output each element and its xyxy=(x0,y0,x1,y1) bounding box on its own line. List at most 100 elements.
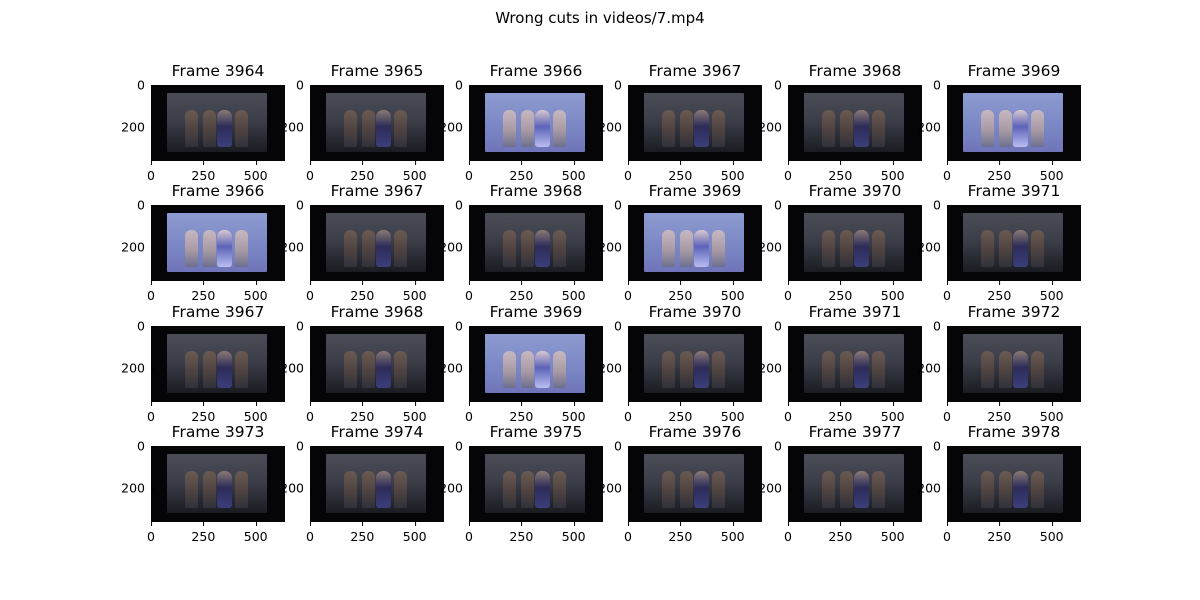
video-frame-image xyxy=(788,446,922,522)
dancer-figure xyxy=(344,109,357,148)
dancer-figure xyxy=(235,229,248,268)
x-tick-label: 250 xyxy=(668,522,692,544)
frame-panel: Frame 3972 0 200 0 250 500 xyxy=(917,303,1081,424)
y-tick-label: 200 xyxy=(439,240,473,255)
dancer-figure xyxy=(999,109,1012,148)
video-frame-image xyxy=(628,326,762,402)
x-tick-label: 500 xyxy=(721,161,745,183)
dancer-figure xyxy=(662,350,675,389)
x-tick-label: 0 xyxy=(465,522,473,544)
x-tick-label: 250 xyxy=(668,281,692,303)
video-frame-image xyxy=(628,446,762,522)
y-tick-label: 0 xyxy=(455,319,473,334)
y-tick-label: 0 xyxy=(774,198,792,213)
x-tick-label: 250 xyxy=(987,402,1011,424)
x-tick-label: 500 xyxy=(881,402,905,424)
frame-panel: Frame 3966 0 200 0 250 500 xyxy=(439,62,603,183)
x-tick-label: 500 xyxy=(721,402,745,424)
dancer-figure xyxy=(503,470,516,509)
dancer-figure xyxy=(553,470,566,509)
video-frame-image xyxy=(469,326,603,402)
y-tick-label: 200 xyxy=(917,240,951,255)
x-tick-label: 0 xyxy=(784,281,792,303)
dancer-figure xyxy=(503,350,516,389)
x-tick-label: 250 xyxy=(828,402,852,424)
dancer-figure xyxy=(553,229,566,268)
y-tick-label: 0 xyxy=(774,439,792,454)
frame-panel: Frame 3968 0 200 0 250 500 xyxy=(758,62,922,183)
frame-panel: Frame 3968 0 200 0 250 500 xyxy=(439,182,603,303)
dancer-figure xyxy=(712,470,725,509)
frame-panel: Frame 3970 0 200 0 250 500 xyxy=(598,303,762,424)
dancer-figure xyxy=(872,109,885,148)
dancer-figure xyxy=(662,229,675,268)
dancer-figure xyxy=(822,109,835,148)
x-tick-label: 250 xyxy=(828,522,852,544)
dancer-dress-figure xyxy=(694,350,709,389)
frame-scene xyxy=(963,213,1063,272)
dancer-figure xyxy=(521,350,534,389)
dancer-figure xyxy=(235,109,248,148)
frame-panel: Frame 3969 0 200 0 250 500 xyxy=(439,303,603,424)
y-tick-label: 200 xyxy=(917,481,951,496)
frame-scene xyxy=(963,454,1063,513)
y-tick-label: 200 xyxy=(917,361,951,376)
dancer-dress-figure xyxy=(217,470,232,509)
dancer-figure xyxy=(1031,350,1044,389)
dancer-figure xyxy=(185,470,198,509)
y-tick-label: 200 xyxy=(280,240,314,255)
dancer-figure xyxy=(662,470,675,509)
x-tick-label: 0 xyxy=(943,161,951,183)
x-tick-label: 250 xyxy=(668,161,692,183)
x-tick-label: 250 xyxy=(191,161,215,183)
dancer-figure xyxy=(680,350,693,389)
frame-scene xyxy=(326,213,426,272)
frame-panel: Frame 3974 0 200 0 250 500 xyxy=(280,423,444,544)
dancer-figure xyxy=(999,229,1012,268)
y-tick-label: 0 xyxy=(296,78,314,93)
y-tick-label: 0 xyxy=(137,198,155,213)
y-tick-label: 0 xyxy=(296,439,314,454)
video-frame-image xyxy=(947,85,1081,161)
dancer-figure xyxy=(712,109,725,148)
x-tick-label: 0 xyxy=(784,522,792,544)
frame-panel: Frame 3977 0 200 0 250 500 xyxy=(758,423,922,544)
x-tick-label: 250 xyxy=(191,281,215,303)
y-tick-label: 0 xyxy=(137,78,155,93)
x-tick-label: 500 xyxy=(1040,161,1064,183)
frame-scene xyxy=(167,213,267,272)
x-tick-label: 0 xyxy=(624,522,632,544)
dancer-figure xyxy=(521,109,534,148)
dancer-figure xyxy=(203,109,216,148)
dancer-dress-figure xyxy=(535,350,550,389)
dancer-figure xyxy=(503,229,516,268)
y-tick-label: 0 xyxy=(933,198,951,213)
video-frame-image xyxy=(469,85,603,161)
x-tick-label: 250 xyxy=(668,402,692,424)
x-tick-label: 0 xyxy=(147,281,155,303)
x-tick-label: 250 xyxy=(350,522,374,544)
video-frame-image xyxy=(947,205,1081,281)
video-frame-image xyxy=(469,446,603,522)
x-tick-label: 500 xyxy=(562,281,586,303)
frame-scene xyxy=(644,334,744,393)
dancer-figure xyxy=(235,470,248,509)
dancer-figure xyxy=(203,350,216,389)
x-tick-label: 0 xyxy=(306,402,314,424)
x-tick-label: 250 xyxy=(350,161,374,183)
y-tick-label: 200 xyxy=(758,120,792,135)
dancer-figure xyxy=(362,229,375,268)
frame-scene xyxy=(963,334,1063,393)
frame-scene xyxy=(326,93,426,152)
frame-panel: Frame 3970 0 200 0 250 500 xyxy=(758,182,922,303)
frame-panel: Frame 3971 0 200 0 250 500 xyxy=(758,303,922,424)
dancer-figure xyxy=(344,470,357,509)
y-tick-label: 200 xyxy=(121,120,155,135)
dancer-figure xyxy=(394,109,407,148)
frame-scene xyxy=(963,93,1063,152)
frame-panel: Frame 3965 0 200 0 250 500 xyxy=(280,62,444,183)
dancer-dress-figure xyxy=(694,109,709,148)
dancer-figure xyxy=(872,229,885,268)
dancer-figure xyxy=(840,109,853,148)
x-tick-label: 0 xyxy=(943,402,951,424)
